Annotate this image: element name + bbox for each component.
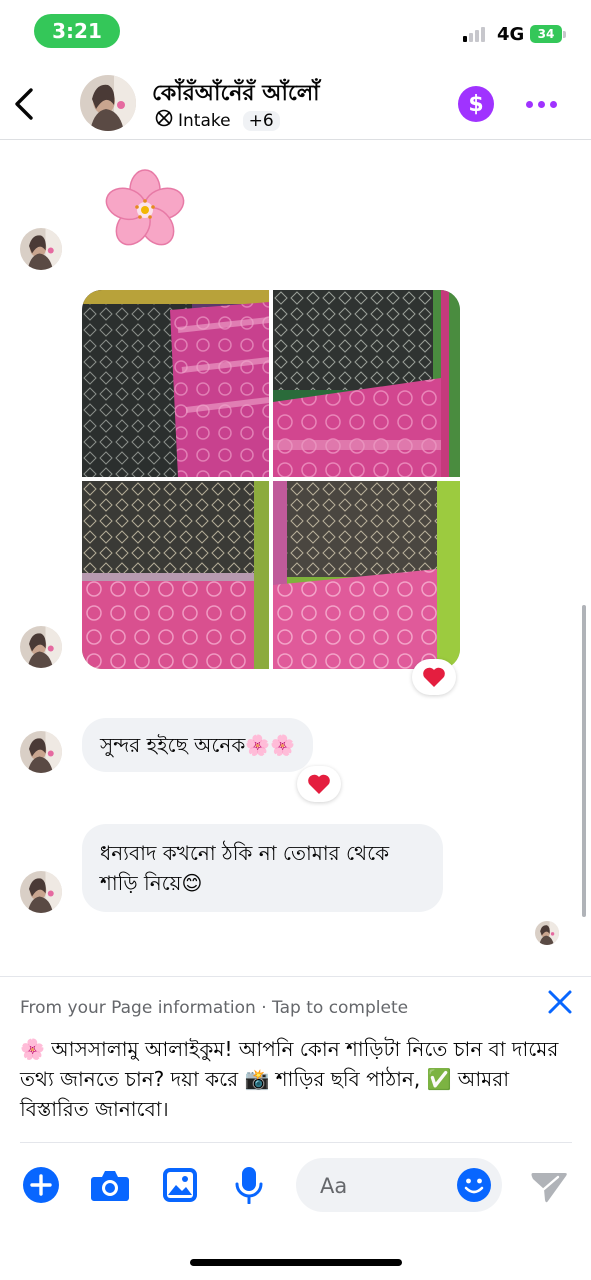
send-icon[interactable] xyxy=(528,1164,570,1206)
intake-icon xyxy=(154,108,174,133)
cherry-blossom-icon xyxy=(100,164,190,254)
more-dots-icon[interactable] xyxy=(526,92,564,116)
message-bubble[interactable]: ধন্যবাদ কখনো ঠকি না তোমার থেকে শাড়ি নিয… xyxy=(82,824,443,912)
network-type: 4G xyxy=(497,24,525,45)
photo-grid[interactable] xyxy=(82,290,460,669)
label-extra-count: +6 xyxy=(242,110,280,131)
heart-icon[interactable] xyxy=(412,659,456,695)
sender-avatar[interactable] xyxy=(20,871,62,913)
panel-divider xyxy=(0,976,591,977)
header-divider xyxy=(0,139,591,140)
message-field[interactable] xyxy=(318,1170,442,1202)
saree-photo[interactable] xyxy=(82,481,269,669)
battery-icon: 34 xyxy=(530,25,562,43)
conversation-labels[interactable]: Intake +6 xyxy=(154,108,280,133)
add-icon[interactable] xyxy=(20,1164,62,1206)
message-input[interactable] xyxy=(296,1158,502,1212)
seen-avatar xyxy=(535,921,559,945)
saree-photo[interactable] xyxy=(82,290,269,477)
saree-photo[interactable] xyxy=(273,290,460,477)
close-icon[interactable] xyxy=(544,986,576,1018)
suggested-reply-text[interactable]: 🌸 আসসালামু আলাইকুম! আপনি কোন শাড়িটা নিত… xyxy=(20,1034,572,1124)
label-intake: Intake xyxy=(178,110,231,131)
page-info-hint[interactable]: From your Page information · Tap to comp… xyxy=(20,998,408,1018)
composer-divider xyxy=(20,1142,572,1143)
emoji-icon[interactable] xyxy=(456,1167,492,1203)
contact-avatar[interactable] xyxy=(80,75,136,131)
dollar-icon[interactable]: $ xyxy=(458,86,494,122)
home-indicator xyxy=(190,1259,402,1266)
battery-cap xyxy=(563,31,566,38)
scrollbar[interactable] xyxy=(582,605,586,917)
sender-avatar[interactable] xyxy=(20,626,62,668)
saree-photo[interactable] xyxy=(273,481,460,669)
back-chevron-icon[interactable] xyxy=(10,86,40,122)
microphone-icon[interactable] xyxy=(228,1164,270,1206)
status-time: 3:21 xyxy=(34,14,120,48)
sender-avatar[interactable] xyxy=(20,731,62,773)
heart-icon[interactable] xyxy=(297,766,341,802)
camera-icon[interactable] xyxy=(89,1164,131,1206)
signal-icon xyxy=(463,27,485,42)
message-bubble[interactable]: সুন্দর হইছে অনেক🌸🌸 xyxy=(82,718,314,772)
gallery-icon[interactable] xyxy=(159,1164,201,1206)
sender-avatar[interactable] xyxy=(20,228,62,270)
